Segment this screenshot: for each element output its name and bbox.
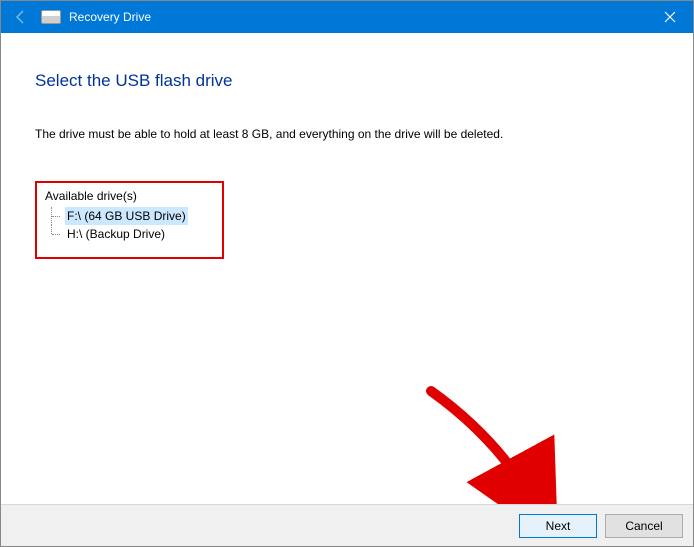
drive-item-label: H:\ (Backup Drive) [65,225,167,243]
window-title: Recovery Drive [69,10,151,24]
drive-item[interactable]: H:\ (Backup Drive) [51,225,188,243]
page-heading: Select the USB flash drive [35,71,659,91]
drive-icon [41,10,61,24]
drive-item-label: F:\ (64 GB USB Drive) [65,207,188,225]
next-button[interactable]: Next [519,514,597,538]
cancel-button[interactable]: Cancel [605,514,683,538]
drive-list: F:\ (64 GB USB Drive) H:\ (Backup Drive) [51,207,188,243]
titlebar: Recovery Drive [1,1,693,33]
wizard-footer: Next Cancel [1,504,693,546]
instruction-text: The drive must be able to hold at least … [35,127,659,141]
close-icon [664,11,676,23]
back-button[interactable] [9,5,33,29]
drive-item[interactable]: F:\ (64 GB USB Drive) [51,207,188,225]
back-arrow-icon [13,9,29,25]
annotation-highlight-box: Available drive(s) F:\ (64 GB USB Drive)… [35,181,224,259]
wizard-content: Select the USB flash drive The drive mus… [1,33,693,504]
close-button[interactable] [647,1,693,33]
available-drives-label: Available drive(s) [45,189,188,203]
